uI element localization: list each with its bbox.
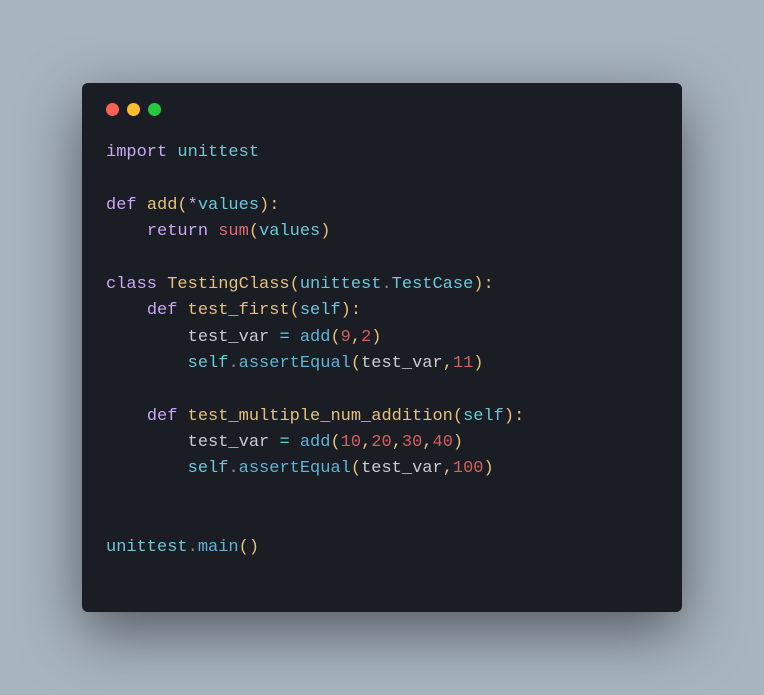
code-token: import [106,143,177,162]
code-token: 40 [433,433,453,452]
code-token: ) [320,222,330,241]
code-token: . [188,538,198,557]
code-token: = [269,433,300,452]
code-token: self [300,301,341,320]
code-token: values [198,196,259,215]
code-token [106,407,147,426]
code-token: = [269,328,300,347]
code-token: def [147,301,188,320]
code-token: add [300,433,331,452]
code-token: ): [259,196,279,215]
zoom-icon[interactable] [148,103,161,116]
minimize-icon[interactable] [127,103,140,116]
code-token: unittest [300,275,382,294]
code-token: ( [330,328,340,347]
code-token: 9 [341,328,351,347]
code-token: * [188,196,198,215]
code-token: . [381,275,391,294]
code-token: . [228,354,238,373]
code-token: test_var [188,433,270,452]
code-token: assertEqual [239,459,351,478]
code-token: unittest [177,143,259,162]
code-token: 100 [453,459,484,478]
code-window: import unittest def add(*values): return… [82,83,682,612]
code-token: ) [371,328,381,347]
code-token: add [300,328,331,347]
code-token: ( [249,222,259,241]
code-token: , [443,459,453,478]
code-token: , [443,354,453,373]
code-token: test_first [188,301,290,320]
code-token: ( [351,354,361,373]
code-token: ( [177,196,187,215]
code-token: assertEqual [239,354,351,373]
code-token: 30 [402,433,422,452]
code-token: ) [453,433,463,452]
code-token: TestingClass [167,275,289,294]
code-token: ( [453,407,463,426]
code-token: self [463,407,504,426]
code-token [106,433,188,452]
code-token: ( [330,433,340,452]
close-icon[interactable] [106,103,119,116]
code-token: ) [473,354,483,373]
code-token: 20 [371,433,391,452]
code-token: , [422,433,432,452]
code-token [106,354,188,373]
code-token [106,328,188,347]
code-token: self [188,354,229,373]
code-token: . [228,459,238,478]
code-token: ): [504,407,524,426]
code-token: unittest [106,538,188,557]
code-token: sum [218,222,249,241]
code-block: import unittest def add(*values): return… [106,140,658,562]
code-token: def [106,196,147,215]
code-token: , [392,433,402,452]
titlebar [106,103,658,116]
code-token: 2 [361,328,371,347]
code-token: ) [484,459,494,478]
code-token: ( [290,275,300,294]
code-token: def [147,407,188,426]
code-token: 11 [453,354,473,373]
code-token: add [147,196,178,215]
code-token: ( [290,301,300,320]
code-token: ): [341,301,361,320]
code-token: main [198,538,239,557]
code-token [106,459,188,478]
code-token [106,301,147,320]
code-token: self [188,459,229,478]
code-token: 10 [341,433,361,452]
code-token: class [106,275,167,294]
code-token: , [351,328,361,347]
code-token: values [259,222,320,241]
code-token: TestCase [392,275,474,294]
code-token: test_var [361,354,443,373]
code-token: , [361,433,371,452]
code-token: test_multiple_num_addition [188,407,453,426]
code-token: return [147,222,218,241]
code-token: ( [351,459,361,478]
code-token: () [239,538,259,557]
code-token: ): [473,275,493,294]
code-token: test_var [188,328,270,347]
code-token [106,222,147,241]
code-token: test_var [361,459,443,478]
